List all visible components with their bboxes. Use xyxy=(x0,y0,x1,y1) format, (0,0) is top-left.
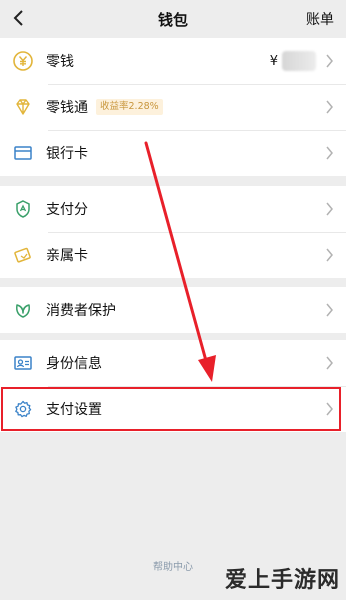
row-pay-score[interactable]: 支付分 xyxy=(0,186,346,232)
row-pay-settings-label: 支付设置 xyxy=(46,402,102,418)
chevron-right-icon xyxy=(326,100,333,114)
gear-icon xyxy=(15,400,32,418)
blurred-amount xyxy=(282,51,316,71)
chevron-right-icon xyxy=(326,54,333,68)
row-family-card-label: 亲属卡 xyxy=(46,248,88,264)
group-protection: 消费者保护 xyxy=(0,287,346,333)
family-card-icon xyxy=(14,247,31,263)
leaf-protect-icon xyxy=(16,304,30,318)
row-identity[interactable]: 身份信息 xyxy=(0,340,346,386)
group-settings: 身份信息 支付设置 xyxy=(0,340,346,432)
watermark: 爱上手游网 xyxy=(224,568,340,593)
row-identity-label: 身份信息 xyxy=(46,356,102,372)
yield-badge: 收益率2.28% xyxy=(96,99,163,115)
row-change-label: 零钱 xyxy=(46,54,74,70)
row-change-plus-label: 零钱通 xyxy=(46,100,88,116)
chevron-right-icon xyxy=(326,248,333,262)
chevron-right-icon xyxy=(326,146,333,160)
bill-link[interactable]: 账单 xyxy=(306,9,334,29)
row-consumer-protection[interactable]: 消费者保护 xyxy=(0,287,346,333)
page-title: 钱包 xyxy=(157,11,188,29)
row-family-card[interactable]: 亲属卡 xyxy=(0,232,346,278)
row-bank-card-label: 银行卡 xyxy=(46,146,88,162)
shield-score-icon xyxy=(16,200,30,218)
balance-value: ¥ xyxy=(270,50,316,72)
row-change-plus[interactable]: 零钱通 收益率2.28% xyxy=(0,84,346,130)
chevron-right-icon xyxy=(326,202,333,216)
diamond-icon xyxy=(16,99,30,115)
card-icon xyxy=(14,146,32,160)
chevron-right-icon xyxy=(326,356,333,370)
chevron-right-icon xyxy=(326,402,333,416)
nav-bar: 钱包 账单 xyxy=(0,0,346,38)
row-pay-settings[interactable]: 支付设置 xyxy=(0,386,346,432)
chevron-right-icon xyxy=(326,303,333,317)
row-pay-score-label: 支付分 xyxy=(46,202,88,218)
row-change[interactable]: 零钱 ¥ xyxy=(0,38,346,84)
currency-symbol: ¥ xyxy=(269,53,278,69)
row-bank-card[interactable]: 银行卡 xyxy=(0,130,346,176)
group-balance: 零钱 ¥ 零钱通 收益率2.28% 银行卡 xyxy=(0,38,346,176)
yuan-coin-icon xyxy=(13,51,33,71)
id-card-icon xyxy=(14,356,32,370)
row-consumer-protection-label: 消费者保护 xyxy=(46,303,116,319)
group-services: 支付分 亲属卡 xyxy=(0,186,346,278)
